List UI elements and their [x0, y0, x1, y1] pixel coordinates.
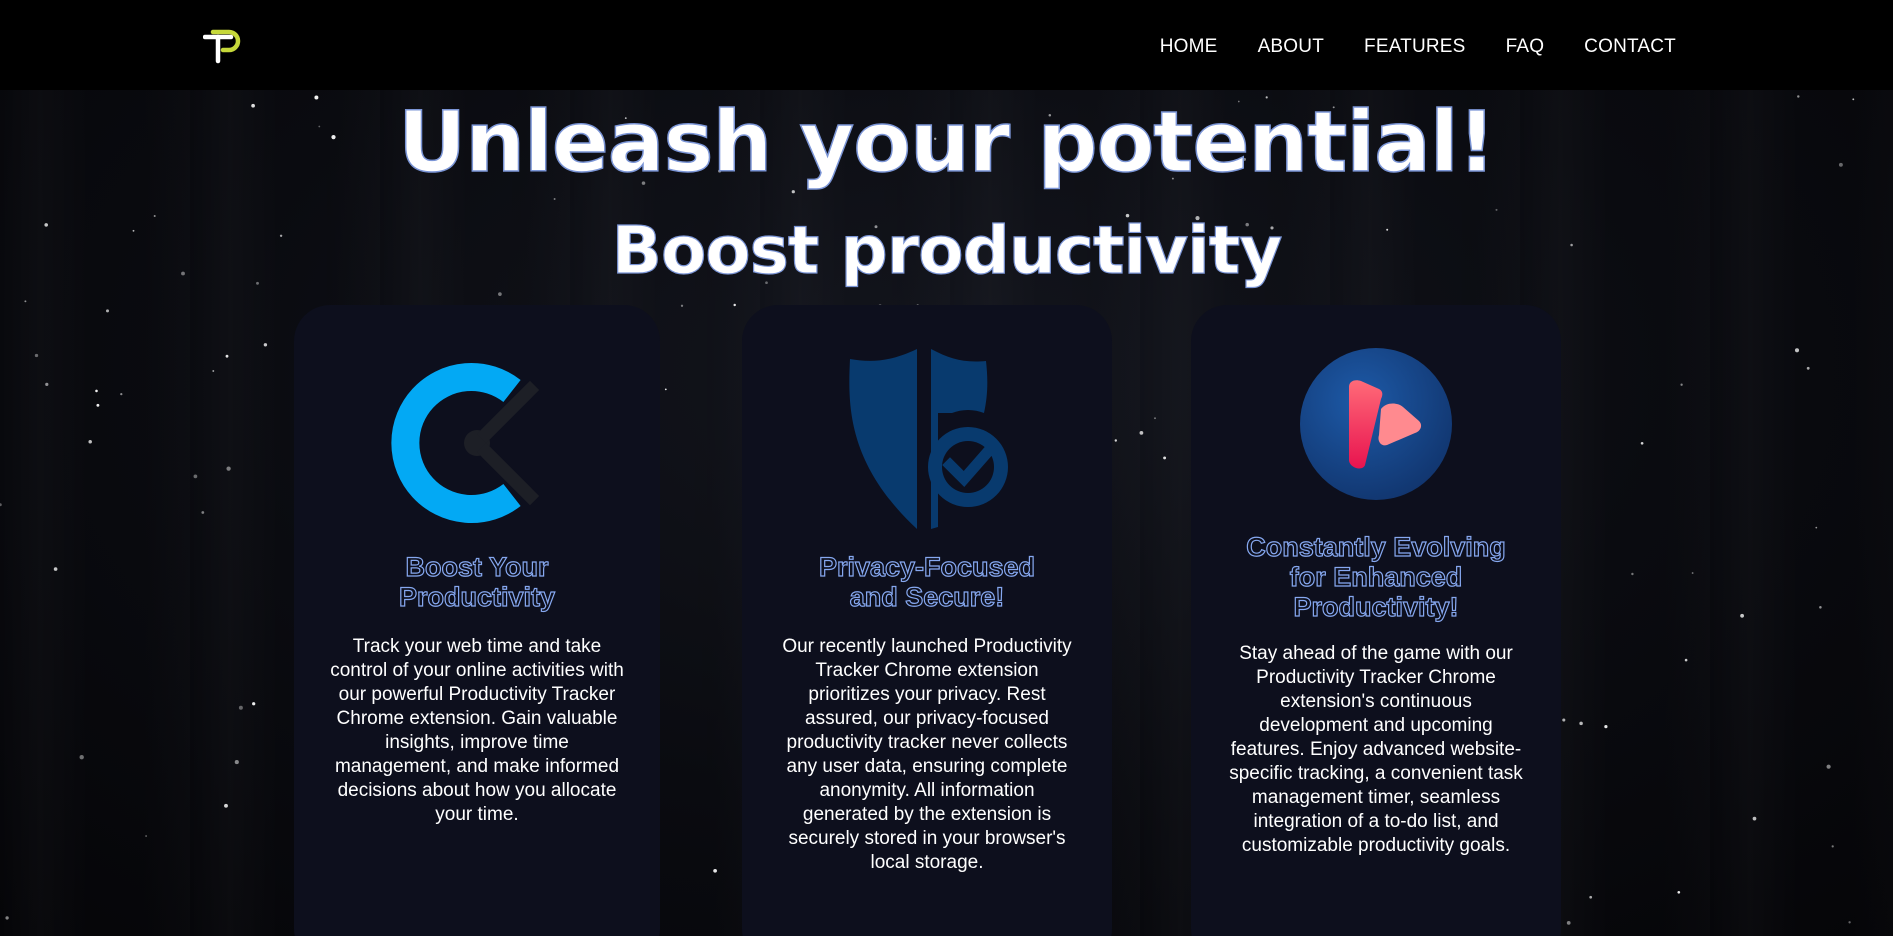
star [224, 803, 228, 808]
nav-home-link[interactable]: HOME [1160, 36, 1218, 58]
main-nav: HOME ABOUT FEATURES FAQ CONTACT [1160, 36, 1676, 58]
card-2-title: Privacy-Focused and Secure! [818, 551, 1036, 612]
star [1566, 921, 1571, 925]
top-navbar: HOME ABOUT FEATURES FAQ CONTACT [0, 0, 1893, 90]
play-logo-icon [1300, 348, 1452, 500]
star [193, 474, 198, 479]
star [0, 503, 2, 507]
star [1806, 366, 1810, 370]
star [1819, 606, 1822, 609]
star [120, 392, 123, 396]
star [5, 916, 9, 920]
star [1691, 572, 1694, 574]
star [238, 705, 243, 710]
star [1604, 725, 1608, 729]
star [664, 388, 667, 391]
feature-card-evolving: Constantly Evolving for Enhanced Product… [1191, 305, 1561, 936]
star [1826, 764, 1831, 769]
feature-card-privacy: Privacy-Focused and Secure! Our recently… [742, 305, 1112, 936]
nav-features-link[interactable]: FEATURES [1364, 36, 1466, 58]
card-2-text: Our recently launched Productivity Track… [782, 636, 1072, 873]
star [1815, 526, 1818, 529]
star [1831, 845, 1834, 848]
star [1579, 721, 1583, 726]
star [1752, 816, 1757, 821]
star [1680, 383, 1683, 386]
star [553, 198, 556, 200]
shield-check-icon [849, 349, 1008, 529]
star [1640, 441, 1644, 445]
star [1677, 890, 1681, 894]
star [45, 382, 49, 387]
star [1589, 895, 1593, 899]
star [1794, 348, 1800, 353]
star [263, 343, 268, 347]
nav-about-link[interactable]: ABOUT [1258, 36, 1324, 58]
star [733, 303, 736, 307]
star [1562, 718, 1566, 722]
hero-subtitle: Boost productivity [611, 211, 1283, 289]
star [234, 760, 239, 765]
card-3-title: Constantly Evolving for Enhanced Product… [1246, 531, 1507, 622]
star [53, 567, 58, 571]
star [252, 702, 256, 706]
star [106, 309, 109, 313]
star [24, 300, 27, 303]
star [1154, 417, 1156, 420]
star [95, 389, 98, 393]
card-3-text: Stay ahead of the game with our Producti… [1229, 643, 1523, 856]
page: HOME ABOUT FEATURES FAQ CONTACT Unleash … [0, 0, 1893, 936]
tp-logo-icon[interactable] [203, 24, 247, 64]
star [225, 354, 229, 358]
star [34, 353, 39, 358]
star [1139, 431, 1144, 435]
star [79, 755, 84, 760]
clock-logo-icon [391, 363, 540, 523]
star [226, 466, 231, 471]
star [96, 403, 100, 407]
star [88, 439, 92, 444]
star [1848, 921, 1851, 924]
star [201, 511, 205, 514]
star [1114, 439, 1118, 442]
star [680, 304, 684, 307]
star [1684, 658, 1688, 662]
star [212, 370, 215, 372]
card-1-text: Track your web time and take control of … [330, 636, 624, 825]
card-1-title: Boost Your Productivity [398, 551, 556, 612]
star [1163, 456, 1167, 460]
nav-contact-link[interactable]: CONTACT [1584, 36, 1676, 58]
nav-faq-link[interactable]: FAQ [1506, 36, 1545, 58]
star [1740, 613, 1745, 618]
star [498, 292, 502, 296]
star [713, 868, 717, 873]
feature-card-productivity: Boost Your Productivity Track your web t… [294, 305, 660, 936]
star [145, 835, 148, 837]
hero-title: Unleash your potential! [397, 92, 1496, 192]
star [1631, 572, 1634, 576]
